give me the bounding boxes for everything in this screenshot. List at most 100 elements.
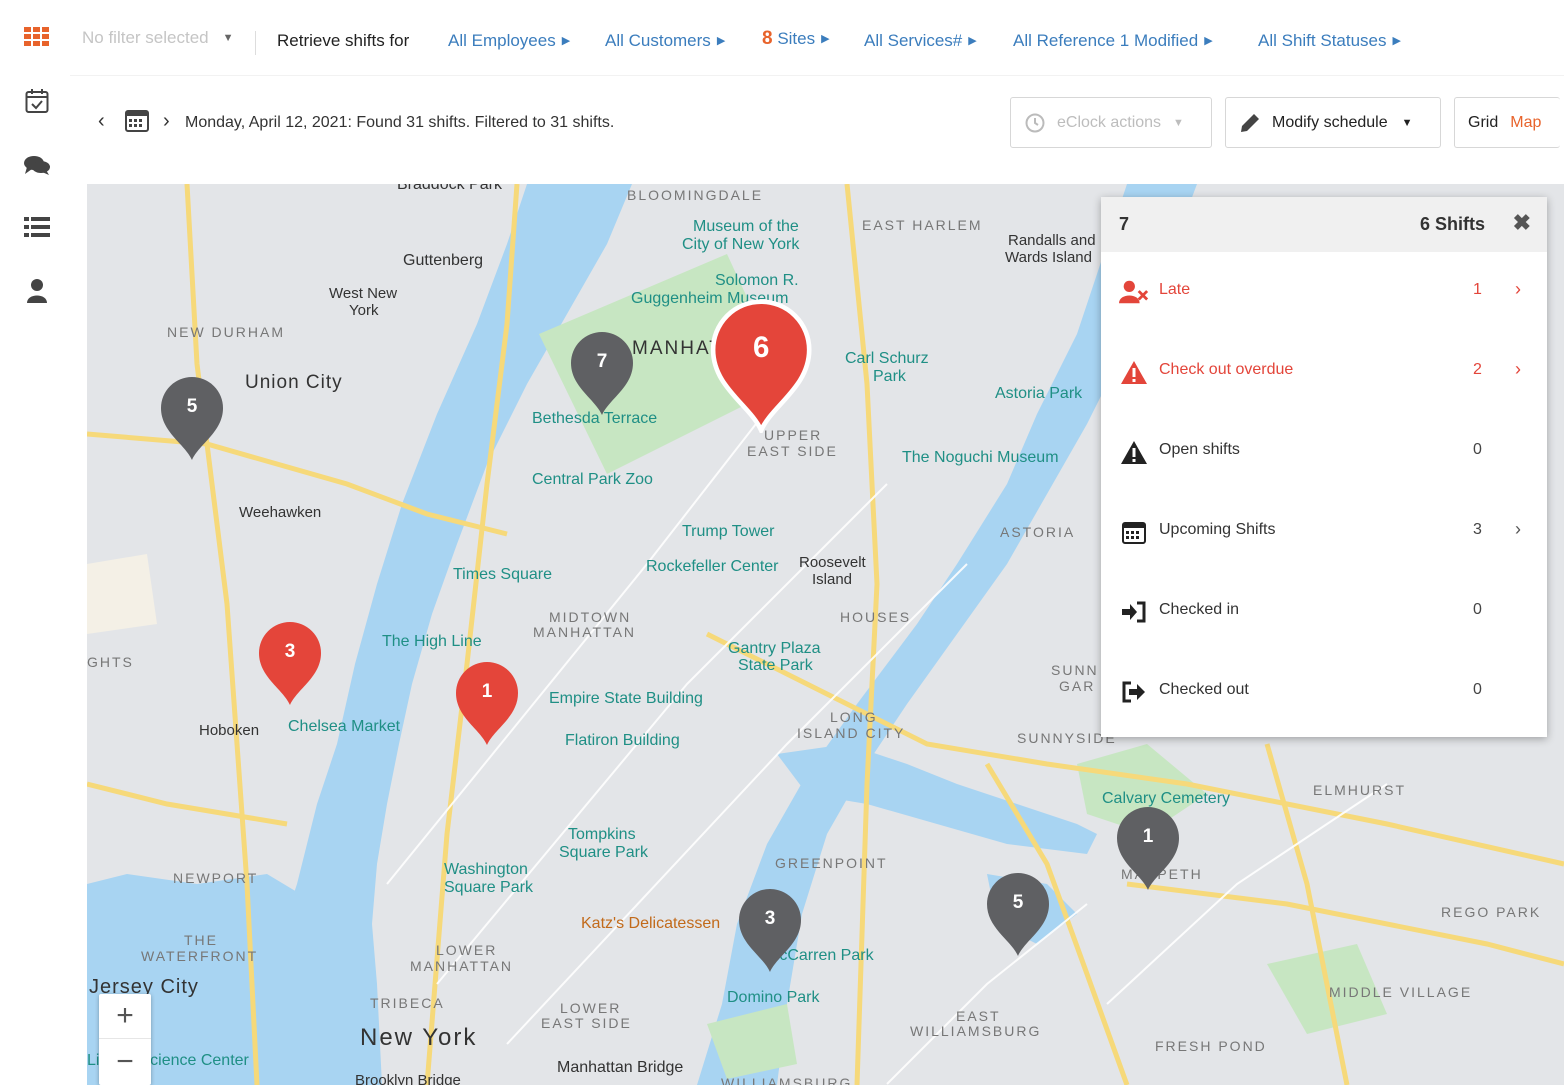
customers-filter[interactable]: All Customers ▶ [605, 31, 725, 51]
map-label: Island [812, 571, 853, 588]
status-row-checked-in[interactable]: Checked in 0 [1101, 572, 1547, 652]
map-label: Weehawken [239, 504, 322, 521]
map-label: Washington [444, 861, 528, 878]
app-window: No filter selected ▼ Retrieve shifts for… [0, 0, 1564, 1085]
map-label: Domino Park [727, 989, 820, 1006]
map-marker-cluster[interactable]: 5 [985, 870, 1051, 958]
shift-status-filter[interactable]: All Shift Statuses ▶ [1258, 31, 1401, 51]
modify-schedule-label: Modify schedule [1272, 113, 1388, 131]
status-row-check-out-overdue[interactable]: Check out overdue 2 › [1101, 332, 1547, 412]
map-label: The High Line [382, 633, 482, 650]
map-label: Braddock Park [397, 184, 502, 193]
modify-schedule-button[interactable]: Modify schedule ▼ [1225, 97, 1441, 148]
map-label: Katz's Delicatessen [581, 915, 721, 932]
status-row-checked-out[interactable]: Checked out 0 [1101, 652, 1547, 732]
map-label: ISLAND CITY [797, 725, 906, 741]
sites-count: 8 [762, 28, 773, 49]
clock-icon [1025, 113, 1045, 133]
calendar-icon[interactable] [125, 108, 149, 137]
status-value: 0 [1473, 441, 1482, 458]
map-label: MANHATTAN [533, 624, 637, 640]
map-label: Tompkins [568, 826, 636, 843]
status-value: 1 [1473, 281, 1482, 298]
map-label: GHTS [87, 654, 134, 670]
warning-icon [1119, 332, 1149, 412]
map-label: State Park [738, 657, 813, 674]
status-label: Checked in [1159, 601, 1240, 618]
filter-select[interactable]: No filter selected ▼ [82, 28, 234, 48]
map-label: REGO PARK [1441, 904, 1542, 920]
map-label: EAST SIDE [747, 443, 838, 459]
map-label: ELMHURST [1313, 782, 1407, 798]
pencil-icon [1240, 113, 1260, 133]
services-filter[interactable]: All Services# ▶ [864, 31, 977, 51]
map-label: Carl Schurz [845, 350, 929, 367]
map-label: Guttenberg [403, 252, 484, 269]
chevron-right-icon: › [1515, 279, 1521, 299]
caret-right-icon: ▶ [968, 35, 977, 47]
map-label: Empire State Building [549, 690, 703, 707]
map-label: Astoria Park [995, 385, 1083, 402]
zoom-in-button[interactable]: + [99, 994, 151, 1039]
map-marker-cluster[interactable]: 3 [737, 886, 803, 974]
filter-toolbar: No filter selected ▼ Retrieve shifts for… [70, 6, 1564, 76]
caret-right-icon: ▶ [1392, 35, 1401, 47]
map-label: Solomon R. [715, 272, 799, 289]
chevron-down-icon: ▼ [1401, 116, 1413, 129]
marker-count: 1 [481, 681, 493, 702]
map-label: WILLIAMSBURG [721, 1075, 853, 1085]
map-label: MIDDLE VILLAGE [1329, 984, 1473, 1000]
status-label: Open shifts [1159, 441, 1240, 458]
employees-filter[interactable]: All Employees ▶ [448, 31, 570, 51]
map-marker-cluster[interactable]: 5 [159, 374, 225, 462]
calendar-check-icon[interactable] [20, 84, 54, 118]
view-toggle: Grid Map [1454, 97, 1560, 148]
list-icon[interactable] [20, 210, 54, 244]
map-label: Brooklyn Bridge [355, 1072, 461, 1085]
marker-count: 3 [764, 908, 776, 929]
grid-view-tab[interactable]: Grid [1468, 114, 1498, 132]
map-label: Roosevelt [799, 554, 866, 571]
shift-count: 6 Shifts [1419, 214, 1485, 234]
user-icon[interactable] [20, 274, 54, 308]
map-label: EAST HARLEM [862, 217, 983, 233]
map-label: ASTORIA [1000, 524, 1076, 540]
eclock-actions-label: eClock actions [1057, 113, 1162, 131]
map-label: Randalls and [1008, 232, 1096, 249]
apps-grid-icon[interactable] [20, 20, 54, 54]
chevron-right-icon: › [1515, 359, 1521, 379]
next-day-icon[interactable]: › [163, 110, 170, 133]
map-view-tab[interactable]: Map [1510, 114, 1541, 132]
status-row-open-shifts[interactable]: Open shifts 0 [1101, 412, 1547, 492]
chat-icon[interactable] [20, 148, 54, 182]
status-value: 2 [1473, 361, 1482, 378]
close-icon[interactable]: ✖ [1513, 210, 1531, 236]
status-label: Upcoming Shifts [1159, 521, 1276, 538]
reference-filter[interactable]: All Reference 1 Modified ▶ [1013, 31, 1213, 51]
previous-day-icon[interactable]: ‹ [98, 110, 105, 133]
map-marker-cluster[interactable]: 1 [1115, 804, 1181, 892]
chevron-down-icon: ▼ [222, 32, 234, 44]
marker-count: 5 [186, 396, 198, 417]
map-marker-cluster[interactable]: 7 [569, 329, 635, 417]
zoom-out-button[interactable]: − [99, 1039, 151, 1084]
filter-placeholder: No filter selected [82, 28, 209, 47]
map-label: The Noguchi Museum [902, 449, 1059, 466]
eclock-actions-button[interactable]: eClock actions ▼ [1010, 97, 1212, 148]
map-label: GAR [1059, 678, 1096, 694]
map-label: Gantry Plaza [728, 640, 821, 657]
map-label: TRIBECA [370, 995, 445, 1011]
map-marker-cluster[interactable]: 6 [710, 297, 812, 437]
chevron-down-icon: ▼ [1173, 116, 1184, 129]
date-bar: ‹ › Monday, April 12, 2021: Found 31 shi… [70, 90, 1564, 156]
map-label: WILLIAMSBURG [910, 1023, 1042, 1039]
map-marker-cluster[interactable]: 3 [257, 619, 323, 707]
map-label: BLOOMINGDALE [627, 187, 764, 203]
status-row-late[interactable]: Late 1 › [1101, 252, 1547, 332]
status-label: Check out overdue [1159, 361, 1294, 378]
customers-filter-label: All Customers [605, 31, 711, 50]
sites-filter[interactable]: 8 Sites ▶ [762, 28, 830, 50]
map-label: Square Park [559, 844, 648, 861]
status-row-upcoming-shifts[interactable]: Upcoming Shifts 3 › [1101, 492, 1547, 572]
map-marker-cluster[interactable]: 1 [454, 659, 520, 747]
